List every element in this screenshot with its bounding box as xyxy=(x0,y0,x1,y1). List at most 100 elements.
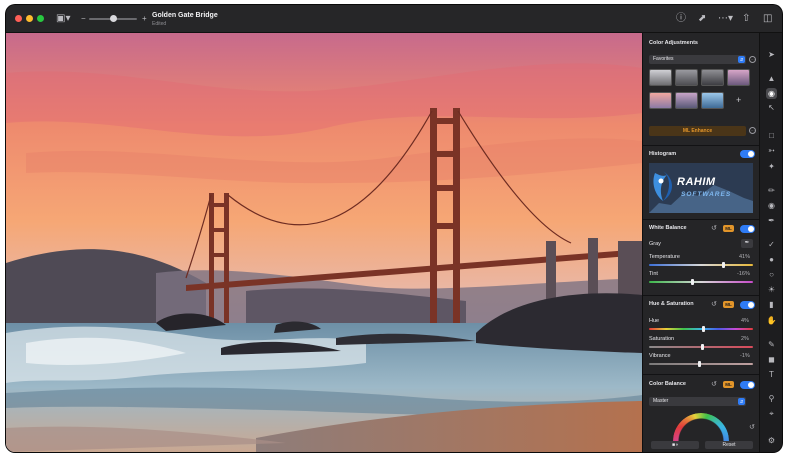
info-icon[interactable]: ⓘ xyxy=(676,14,686,24)
preset-thumb-1[interactable] xyxy=(649,69,672,86)
hue-slider-knob[interactable] xyxy=(701,326,705,332)
vibrance-slider-knob[interactable] xyxy=(698,361,702,367)
brush-tool-icon[interactable]: ✏ xyxy=(766,185,777,196)
crop-select-tool-icon[interactable]: □ xyxy=(766,130,777,141)
color-balance-select[interactable]: Master ⇵ xyxy=(649,397,746,406)
sidebar-toggle-icon[interactable]: ▣▾ xyxy=(56,14,70,24)
panel-title: Color Adjustments xyxy=(649,40,698,46)
arrow-tool-icon[interactable]: ➤ xyxy=(766,49,777,60)
paint-bucket-tool-icon[interactable]: ◉ xyxy=(766,200,777,211)
shapes-tool-icon[interactable]: ◼ xyxy=(766,354,777,365)
hand-tool-icon[interactable]: ✋ xyxy=(766,315,777,326)
color-balance-label: Color Balance xyxy=(649,381,686,387)
photo-canvas[interactable] xyxy=(6,33,642,452)
white-balance-ml-badge[interactable]: ML xyxy=(723,225,734,232)
temperature-label: Temperature xyxy=(649,254,680,260)
close-window-button[interactable] xyxy=(15,15,22,22)
reset-color-balance-icon[interactable]: ↺ xyxy=(711,380,717,388)
divider xyxy=(643,219,760,220)
hue-value: 4% xyxy=(741,318,749,324)
divider xyxy=(643,374,760,375)
preset-thumb-5[interactable] xyxy=(649,92,672,109)
tint-label: Tint xyxy=(649,271,658,277)
reset-hue-saturation-icon[interactable]: ↺ xyxy=(711,300,717,308)
color-balance-toggle[interactable] xyxy=(740,381,755,389)
ml-enhance-button[interactable]: ML Enhance xyxy=(649,126,746,136)
preset-select-value: Favorites xyxy=(653,56,674,62)
white-balance-toggle[interactable] xyxy=(740,225,755,233)
clone-tool-icon[interactable]: ● xyxy=(766,254,777,265)
watermark-bottom-text: SOFTWARES xyxy=(681,191,732,198)
minimize-window-button[interactable] xyxy=(26,15,33,22)
pencil-tool-icon[interactable]: ✎ xyxy=(766,339,777,350)
compare-button[interactable]: ■◑ xyxy=(651,441,699,449)
share-icon[interactable]: ⬈ xyxy=(698,14,706,24)
zoom-slider-knob[interactable] xyxy=(110,15,117,22)
add-preset-icon[interactable]: + xyxy=(736,95,741,105)
hue-label: Hue xyxy=(649,318,660,324)
preset-options-icon[interactable]: ⋯ xyxy=(749,56,756,63)
preset-thumb-2[interactable] xyxy=(675,69,698,86)
zoom-window-button[interactable] xyxy=(37,15,44,22)
preset-thumb-4[interactable] xyxy=(727,69,750,86)
chevron-updown-icon: ⇵ xyxy=(738,56,745,63)
vibrance-value: -1% xyxy=(740,353,750,359)
lasso-tool-icon[interactable]: ➳ xyxy=(766,145,777,156)
magic-wand-tool-icon[interactable]: ✦ xyxy=(766,161,777,172)
white-balance-label: White Balance xyxy=(649,225,687,231)
hue-saturation-ml-badge[interactable]: ML xyxy=(723,301,734,308)
divider xyxy=(643,295,760,296)
preset-thumb-3[interactable] xyxy=(701,69,724,86)
eraser-tool-icon[interactable]: ▮ xyxy=(766,299,777,310)
ml-enhance-options-icon[interactable]: ⋯ xyxy=(749,127,756,134)
saturation-slider-knob[interactable] xyxy=(700,344,704,350)
histogram-graph: RAHIM SOFTWARES xyxy=(649,163,753,213)
color-balance-wheel[interactable] xyxy=(673,413,729,441)
chevron-updown-icon: ⇵ xyxy=(738,398,745,405)
tint-value: -16% xyxy=(737,271,750,277)
color-adjust-tool-icon[interactable]: ◉ xyxy=(766,88,777,99)
zoom-out-icon[interactable]: − xyxy=(81,14,86,24)
sharpen-tool-icon[interactable]: ☀ xyxy=(766,284,777,295)
app-window: ▣▾ − + Golden Gate Bridge Edited ⓘ ⬈ ⋯▾ … xyxy=(6,5,782,452)
document-subtitle: Edited xyxy=(152,21,167,27)
panel-toggle-icon[interactable]: ◫ xyxy=(763,14,772,24)
hue-saturation-toggle[interactable] xyxy=(740,301,755,309)
more-options-icon[interactable]: ⋯▾ xyxy=(718,14,733,24)
reset-white-balance-icon[interactable]: ↺ xyxy=(711,224,717,232)
temperature-slider[interactable] xyxy=(649,264,753,266)
blur-tool-icon[interactable]: ○ xyxy=(766,269,777,280)
eyedropper-icon[interactable]: ✒ xyxy=(741,239,753,248)
reset-button[interactable]: Reset xyxy=(705,441,753,449)
vibrance-label: Vibrance xyxy=(649,353,671,359)
divider xyxy=(643,145,760,146)
zoom-tool-icon[interactable]: ⚲ xyxy=(766,393,777,404)
style-tool-icon[interactable]: ▲ xyxy=(766,73,777,84)
preset-thumb-6[interactable] xyxy=(675,92,698,109)
preset-select[interactable]: Favorites ⇵ xyxy=(649,55,746,64)
retouch-tool-icon[interactable]: ✓ xyxy=(766,239,777,250)
histogram-label: Histogram xyxy=(649,151,677,157)
color-adjustments-panel: Color Adjustments Favorites ⇵ ⋯ + ML Enh… xyxy=(642,33,760,452)
saturation-label: Saturation xyxy=(649,336,675,342)
histogram-watermark-logo xyxy=(649,163,753,213)
zoom-in-icon[interactable]: + xyxy=(142,14,147,24)
golden-gate-bridge-photo xyxy=(6,33,642,452)
title-bar: ▣▾ − + Golden Gate Bridge Edited ⓘ ⬈ ⋯▾ … xyxy=(6,5,782,33)
preset-thumb-7[interactable] xyxy=(701,92,724,109)
tint-slider[interactable] xyxy=(649,281,753,283)
histogram-toggle[interactable] xyxy=(740,150,755,158)
export-icon[interactable]: ⇧ xyxy=(742,14,750,24)
pointer-tool-icon[interactable]: ↖ xyxy=(766,102,777,113)
color-balance-ml-badge[interactable]: ML xyxy=(723,381,734,388)
type-tool-icon[interactable]: T xyxy=(766,369,777,380)
settings-icon[interactable]: ⚙ xyxy=(766,435,777,446)
crop-tool-icon[interactable]: ⌖ xyxy=(766,408,777,419)
pen-tool-icon[interactable]: ✒ xyxy=(766,215,777,226)
tools-sidebar: ➤ ▲ ◉ ↖ □ ➳ ✦ ✏ ◉ ✒ ✓ ● ○ ☀ ▮ ✋ ✎ ◼ T ⚲ … xyxy=(759,33,782,452)
reset-wheel-icon[interactable]: ↺ xyxy=(749,423,755,431)
hue-saturation-label: Hue & Saturation xyxy=(649,301,694,307)
temperature-slider-knob[interactable] xyxy=(722,262,726,268)
watermark-top-text: RAHIM xyxy=(677,176,716,188)
tint-slider-knob[interactable] xyxy=(691,279,695,285)
